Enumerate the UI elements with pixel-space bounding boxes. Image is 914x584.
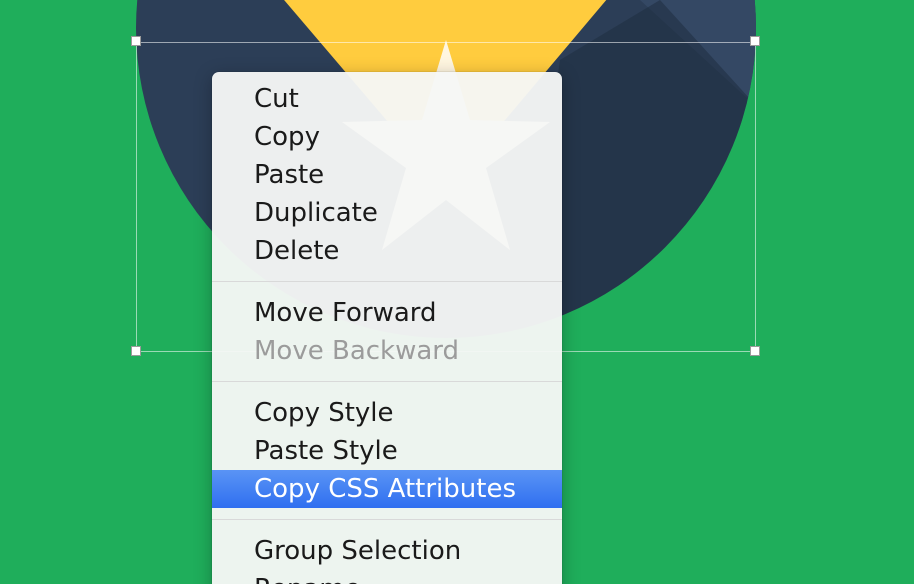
- menu-item-cut[interactable]: Cut: [212, 80, 562, 118]
- menu-item-move-backward: Move Backward: [254, 336, 460, 366]
- menu-item-copy[interactable]: Copy: [212, 118, 562, 156]
- menu-item-duplicate[interactable]: Duplicate: [212, 194, 562, 232]
- menu-item-delete[interactable]: Delete: [212, 232, 562, 270]
- resize-handle-bottom-right[interactable]: [750, 346, 760, 356]
- resize-handle-top-left[interactable]: [131, 36, 141, 46]
- menu-separator: [212, 519, 562, 520]
- menu-item-paste-style[interactable]: Paste Style: [212, 432, 562, 470]
- menu-separator: [212, 381, 562, 382]
- context-menu: Cut Copy Paste Duplicate Delete Move For…: [212, 72, 562, 584]
- menu-item-copy-css-attributes[interactable]: Copy CSS Attributes: [212, 470, 562, 508]
- menu-item-paste[interactable]: Paste: [212, 156, 562, 194]
- resize-handle-bottom-left[interactable]: [131, 346, 141, 356]
- menu-item-group-selection[interactable]: Group Selection: [212, 532, 562, 570]
- menu-item-copy-style[interactable]: Copy Style: [212, 394, 562, 432]
- menu-separator: [212, 281, 562, 282]
- menu-item-move-forward[interactable]: Move Forward: [212, 294, 562, 332]
- menu-item-rename[interactable]: Rename: [212, 570, 562, 584]
- resize-handle-top-right[interactable]: [750, 36, 760, 46]
